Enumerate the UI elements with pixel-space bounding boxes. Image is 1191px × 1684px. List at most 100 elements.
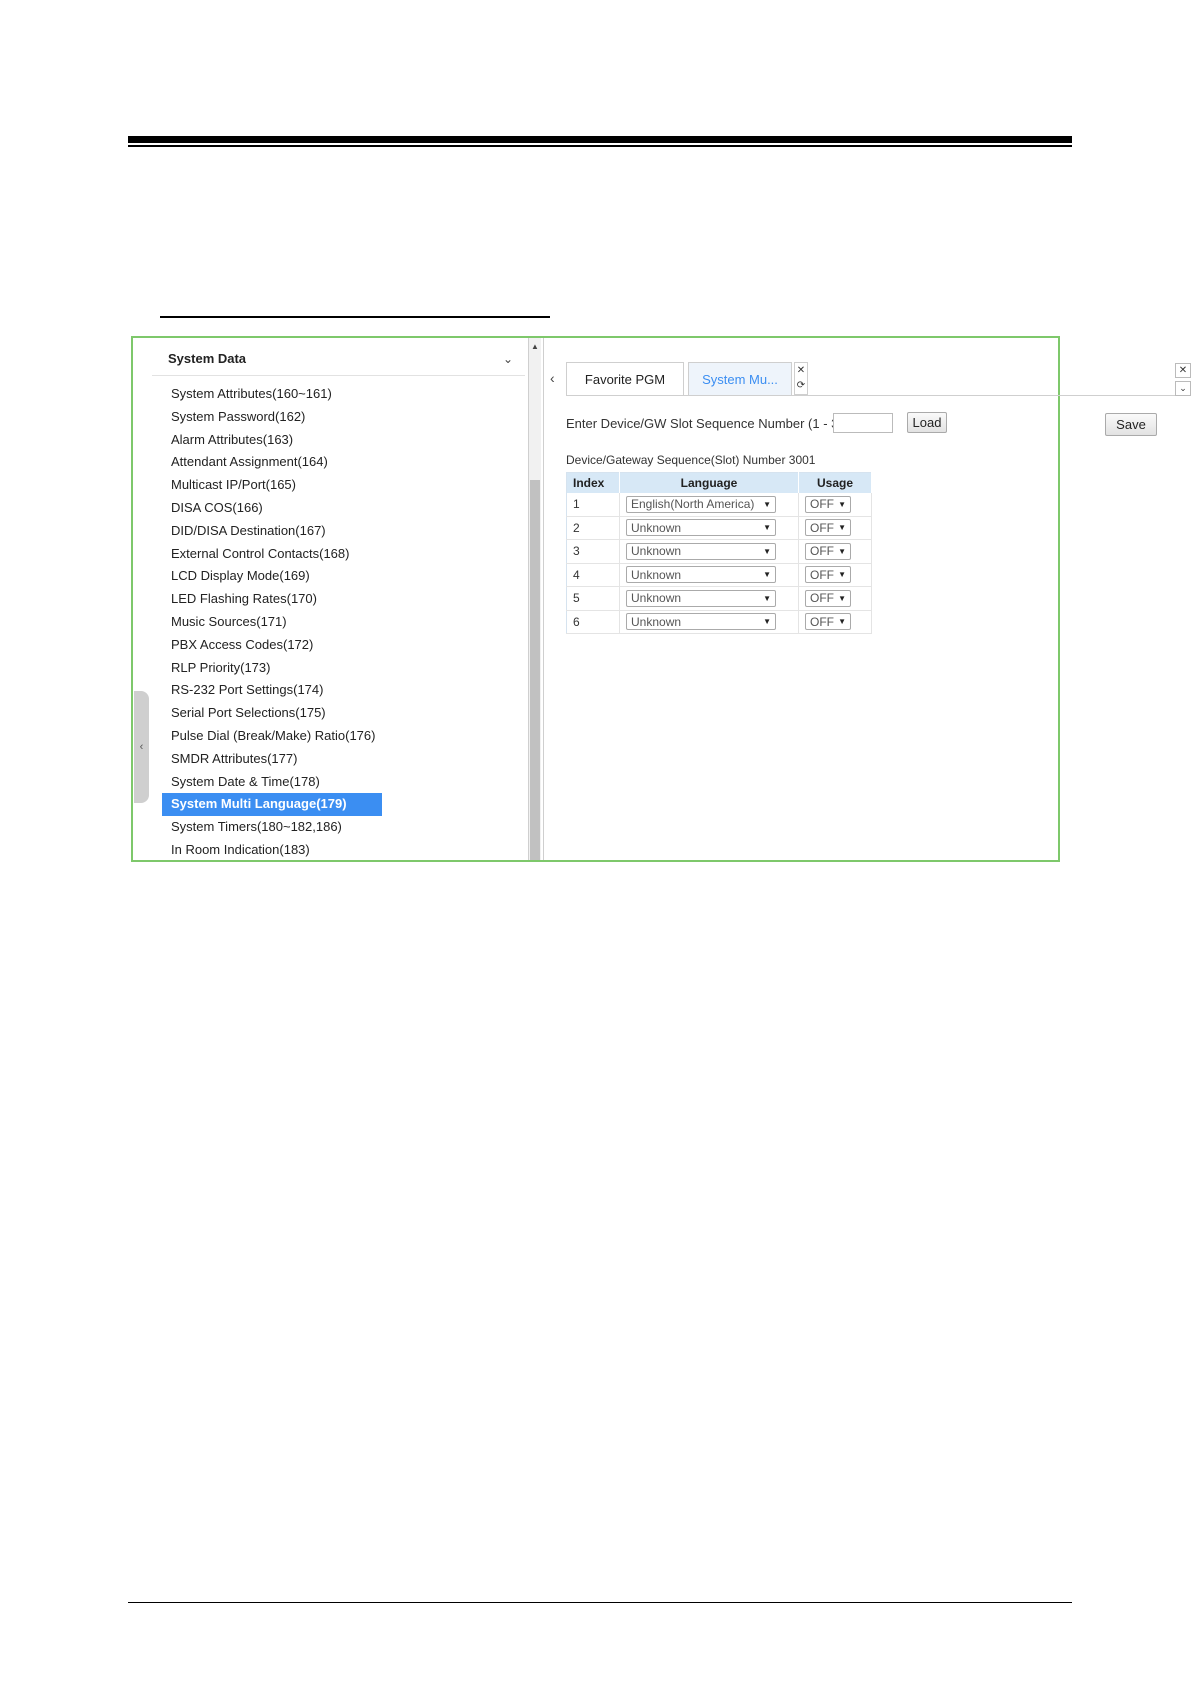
usage-select[interactable]: OFF ▼	[805, 542, 851, 560]
refresh-icon[interactable]: ⟳	[795, 378, 807, 393]
load-button[interactable]: Load	[907, 412, 947, 433]
sidebar-item[interactable]: Music Sources(171)	[162, 611, 522, 634]
language-select[interactable]: Unknown ▼	[626, 613, 776, 631]
sidebar-item[interactable]: PBX Access Codes(172)	[162, 634, 522, 657]
usage-select[interactable]: OFF ▼	[805, 495, 851, 513]
sidebar-item[interactable]: Multicast IP/Port(165)	[162, 474, 522, 497]
language-select[interactable]: Unknown ▼	[626, 542, 776, 560]
sidebar-title: System Data	[168, 351, 247, 366]
row-index: 1	[566, 493, 620, 517]
language-select[interactable]: English(North America) ▼	[626, 495, 776, 513]
dropdown-arrow-icon: ▼	[763, 593, 771, 603]
scroll-up-arrow-icon[interactable]: ▲	[529, 342, 541, 352]
dropdown-arrow-icon: ▼	[763, 523, 771, 533]
usage-cell: OFF ▼	[798, 539, 872, 564]
tab-tools: ✕ ⟳	[794, 362, 808, 395]
column-header-language: Language	[619, 472, 799, 493]
section-underline	[160, 316, 550, 318]
language-table: Index Language Usage 1 English(North Amer…	[566, 472, 872, 634]
row-index: 4	[566, 563, 620, 587]
dropdown-arrow-icon: ▼	[838, 523, 846, 533]
language-cell: English(North America) ▼	[619, 493, 799, 517]
language-cell: Unknown ▼	[619, 610, 799, 634]
sidebar-item[interactable]: In Room Indication(183)	[162, 839, 522, 860]
tab-favorite-pgm[interactable]: Favorite PGM	[566, 362, 684, 395]
usage-select[interactable]: OFF ▼	[805, 589, 851, 607]
column-header-usage: Usage	[798, 472, 872, 493]
sidebar-item[interactable]: External Control Contacts(168)	[162, 543, 522, 566]
slot-sequence-input[interactable]	[833, 413, 893, 433]
language-select-value: English(North America)	[631, 497, 755, 512]
footer-rule	[128, 1602, 1072, 1603]
chevron-left-icon: ‹	[139, 741, 144, 753]
table-header-row: Index Language Usage	[566, 472, 872, 493]
dropdown-arrow-icon: ▼	[763, 570, 771, 580]
usage-cell: OFF ▼	[798, 493, 872, 517]
dropdown-arrow-icon: ▼	[763, 546, 771, 556]
language-select-value: Unknown	[631, 544, 682, 559]
sidebar-item[interactable]: System Multi Language(179)	[162, 793, 382, 817]
sequence-number-label: Device/Gateway Sequence(Slot) Number 300…	[566, 453, 816, 467]
dropdown-arrow-icon: ▼	[838, 546, 846, 556]
table-row: 2 Unknown ▼ OFF ▼	[566, 516, 872, 540]
language-cell: Unknown ▼	[619, 586, 799, 611]
row-index: 6	[566, 610, 620, 634]
header-rule-thin	[128, 145, 1072, 147]
close-icon[interactable]: ✕	[795, 363, 807, 378]
sidebar-item[interactable]: System Timers(180~182,186)	[162, 816, 522, 839]
collapse-sidebar-handle[interactable]: ‹	[134, 691, 149, 803]
usage-cell: OFF ▼	[798, 516, 872, 540]
usage-select-value: OFF	[810, 520, 834, 535]
sidebar-menu: System Attributes(160~161) System Passwor…	[162, 383, 522, 860]
dropdown-arrow-icon: ▼	[838, 570, 846, 580]
sidebar-item[interactable]: LED Flashing Rates(170)	[162, 588, 522, 611]
language-cell: Unknown ▼	[619, 516, 799, 540]
row-index: 5	[566, 586, 620, 611]
table-row: 1 English(North America) ▼ OFF ▼	[566, 493, 872, 517]
table-row: 6 Unknown ▼ OFF ▼	[566, 610, 872, 634]
chevron-down-icon[interactable]: ⌄	[1175, 381, 1191, 396]
dropdown-arrow-icon: ▼	[763, 617, 771, 627]
sidebar-item[interactable]: DID/DISA Destination(167)	[162, 520, 522, 543]
tab-baseline	[566, 395, 1190, 396]
sidebar-item[interactable]: System Password(162)	[162, 406, 522, 429]
sidebar-item[interactable]: RS-232 Port Settings(174)	[162, 679, 522, 702]
table-row: 4 Unknown ▼ OFF ▼	[566, 563, 872, 587]
language-select[interactable]: Unknown ▼	[626, 589, 776, 607]
dropdown-arrow-icon: ▼	[838, 593, 846, 603]
close-icon[interactable]: ✕	[1175, 363, 1191, 378]
language-select[interactable]: Unknown ▼	[626, 519, 776, 537]
usage-cell: OFF ▼	[798, 563, 872, 587]
table-row: 3 Unknown ▼ OFF ▼	[566, 539, 872, 564]
sidebar-item[interactable]: DISA COS(166)	[162, 497, 522, 520]
chevron-left-icon[interactable]: ‹	[550, 370, 555, 386]
column-header-index: Index	[566, 472, 620, 493]
language-select[interactable]: Unknown ▼	[626, 566, 776, 584]
usage-select[interactable]: OFF ▼	[805, 566, 851, 584]
sidebar-item[interactable]: Alarm Attributes(163)	[162, 429, 522, 452]
sidebar-item[interactable]: System Attributes(160~161)	[162, 383, 522, 406]
sidebar-item[interactable]: Pulse Dial (Break/Make) Ratio(176)	[162, 725, 522, 748]
scrollbar-thumb[interactable]	[530, 480, 540, 860]
chevron-down-icon[interactable]: ⌄	[503, 352, 513, 366]
usage-select[interactable]: OFF ▼	[805, 519, 851, 537]
table-row: 5 Unknown ▼ OFF ▼	[566, 586, 872, 611]
usage-cell: OFF ▼	[798, 586, 872, 611]
slot-sequence-label: Enter Device/GW Slot Sequence Number (1 …	[566, 416, 872, 431]
sidebar-item[interactable]: SMDR Attributes(177)	[162, 748, 522, 771]
sidebar-header[interactable]: System Data ⌄	[152, 342, 525, 376]
usage-select[interactable]: OFF ▼	[805, 613, 851, 631]
usage-cell: OFF ▼	[798, 610, 872, 634]
tab-system-multi-language[interactable]: System Mu...	[688, 362, 792, 395]
language-select-value: Unknown	[631, 520, 682, 535]
sidebar-item[interactable]: Attendant Assignment(164)	[162, 451, 522, 474]
sidebar-item[interactable]: RLP Priority(173)	[162, 657, 522, 680]
usage-select-value: OFF	[810, 567, 834, 582]
row-index: 2	[566, 516, 620, 540]
sidebar-item[interactable]: Serial Port Selections(175)	[162, 702, 522, 725]
save-button[interactable]: Save	[1105, 413, 1157, 436]
usage-select-value: OFF	[810, 591, 834, 606]
sidebar-item[interactable]: System Date & Time(178)	[162, 771, 522, 794]
dropdown-arrow-icon: ▼	[838, 617, 846, 627]
sidebar-item[interactable]: LCD Display Mode(169)	[162, 565, 522, 588]
